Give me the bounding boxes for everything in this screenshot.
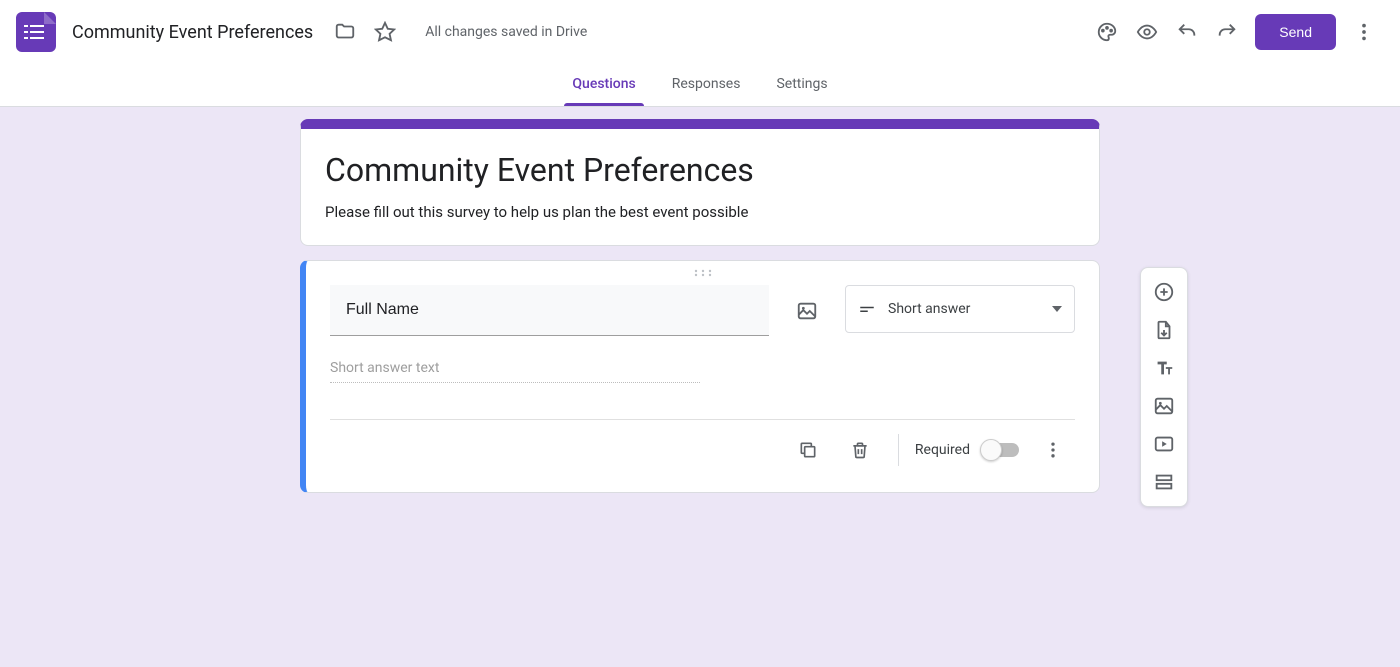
add-image-button[interactable]	[1146, 388, 1182, 424]
redo-icon	[1216, 21, 1238, 43]
form-header-card[interactable]: Community Event Preferences Please fill …	[300, 119, 1100, 246]
form-description[interactable]: Please fill out this survey to help us p…	[325, 203, 1075, 221]
send-button[interactable]: Send	[1255, 14, 1336, 50]
add-title-button[interactable]	[1146, 350, 1182, 386]
star-button[interactable]	[365, 12, 405, 52]
preview-button[interactable]	[1127, 12, 1167, 52]
question-card[interactable]: Short answer Short answer text	[300, 260, 1100, 493]
question-title-input[interactable]	[330, 285, 769, 336]
save-status: All changes saved in Drive	[425, 24, 587, 40]
form-title[interactable]: Community Event Preferences	[325, 151, 1075, 189]
required-label: Required	[915, 442, 970, 458]
tab-responses[interactable]: Responses	[668, 64, 745, 106]
side-toolbar	[1140, 267, 1188, 507]
add-video-button[interactable]	[1146, 426, 1182, 462]
question-type-label: Short answer	[888, 301, 970, 317]
question-type-select[interactable]: Short answer	[845, 285, 1075, 333]
short-answer-icon	[858, 300, 876, 318]
delete-question-button[interactable]	[838, 428, 882, 472]
required-toggle[interactable]	[982, 443, 1019, 457]
tab-questions[interactable]: Questions	[568, 64, 639, 106]
more-menu-button[interactable]	[1344, 12, 1384, 52]
forms-logo[interactable]	[16, 12, 56, 52]
customize-theme-button[interactable]	[1087, 12, 1127, 52]
drag-handle[interactable]	[306, 261, 1099, 285]
drag-icon	[693, 269, 713, 277]
video-icon	[1153, 433, 1175, 455]
add-question-button[interactable]	[1146, 274, 1182, 310]
more-vert-icon	[1353, 21, 1375, 43]
undo-icon	[1176, 21, 1198, 43]
import-icon	[1153, 319, 1175, 341]
tab-settings[interactable]: Settings	[772, 64, 831, 106]
copy-icon	[798, 440, 818, 460]
document-title[interactable]: Community Event Preferences	[72, 22, 313, 43]
add-image-to-question-button[interactable]	[785, 289, 829, 333]
add-section-button[interactable]	[1146, 464, 1182, 500]
chevron-down-icon	[1052, 306, 1062, 312]
tab-bar: Questions Responses Settings	[0, 64, 1400, 107]
app-header: Community Event Preferences All changes …	[0, 0, 1400, 64]
duplicate-question-button[interactable]	[786, 428, 830, 472]
eye-icon	[1136, 21, 1158, 43]
question-footer: Required	[330, 419, 1075, 484]
plus-circle-icon	[1153, 281, 1175, 303]
redo-button[interactable]	[1207, 12, 1247, 52]
move-to-folder-button[interactable]	[325, 12, 365, 52]
star-icon	[374, 21, 396, 43]
more-vert-icon	[1043, 440, 1063, 460]
answer-preview: Short answer text	[330, 360, 700, 383]
palette-icon	[1096, 21, 1118, 43]
text-icon	[1153, 357, 1175, 379]
form-canvas: Community Event Preferences Please fill …	[0, 107, 1400, 667]
section-icon	[1153, 471, 1175, 493]
folder-icon	[334, 21, 356, 43]
undo-button[interactable]	[1167, 12, 1207, 52]
import-questions-button[interactable]	[1146, 312, 1182, 348]
image-icon	[796, 300, 818, 322]
trash-icon	[850, 440, 870, 460]
image-icon	[1153, 395, 1175, 417]
question-more-button[interactable]	[1031, 428, 1075, 472]
